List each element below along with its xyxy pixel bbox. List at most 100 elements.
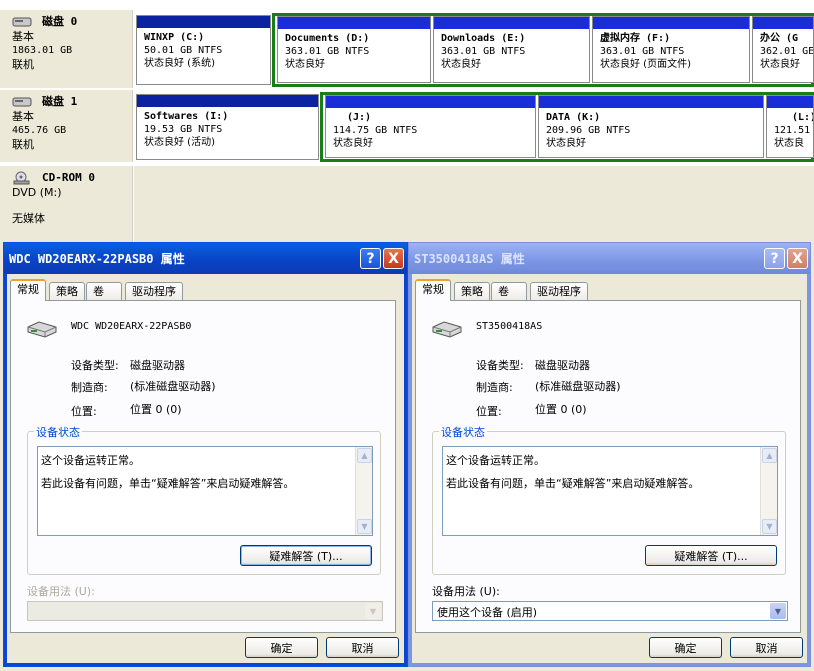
disk-status: 无媒体	[12, 212, 45, 225]
status-scrollbar[interactable]: ▲ ▼	[760, 447, 777, 535]
partition-g[interactable]: 办公 (G 362.01 GE 状态良好	[752, 16, 814, 83]
tab-volumes[interactable]: 卷	[86, 282, 122, 301]
partition-status: 状态良好	[285, 59, 325, 70]
partition-title: WINXP (C:)	[144, 32, 205, 43]
partition-l[interactable]: (L:) 121.51 状态良	[766, 95, 814, 158]
partition-status: 状态良好	[333, 138, 373, 149]
scroll-up-icon[interactable]: ▲	[762, 448, 777, 463]
tab-driver[interactable]: 驱动程序	[125, 282, 183, 301]
close-button[interactable]: X	[383, 248, 404, 269]
partition-meta: 363.01 GB NTFS	[600, 46, 685, 57]
disk-size: 1863.01 GB	[12, 45, 73, 56]
status-line: 这个设备运转正常。	[446, 454, 545, 467]
disk-type: DVD (M:)	[12, 186, 62, 199]
partition-title: (L:)	[792, 112, 813, 123]
partition-title: (J:)	[347, 112, 372, 123]
disk-size: 465.76 GB	[12, 125, 67, 136]
close-button[interactable]: X	[787, 248, 808, 269]
chevron-down-icon[interactable]: ▼	[365, 603, 381, 619]
partition-i[interactable]: Softwares (I:) 19.53 GB NTFS 状态良好 (活动)	[136, 94, 319, 160]
chevron-down-icon[interactable]: ▼	[770, 603, 786, 619]
disk-row-1[interactable]: 磁盘 1 基本 465.76 GB 联机 Softwares (I:) 19.53…	[0, 90, 814, 162]
cancel-button[interactable]: 取消	[730, 637, 803, 658]
disk-name: 磁盘 0	[42, 15, 78, 28]
disk-type: 基本	[12, 30, 34, 43]
partition-c[interactable]: WINXP (C:) 50.01 GB NTFS 状态良好 (系统)	[136, 15, 271, 85]
device-status-group: 设备状态 这个设备运转正常。 若此设备有问题，单击“疑难解答”来启动疑难解答。 …	[27, 424, 381, 575]
tab-volumes[interactable]: 卷	[491, 282, 527, 301]
troubleshoot-button[interactable]: 疑难解答 (T)...	[645, 545, 777, 566]
device-status-text[interactable]: 这个设备运转正常。 若此设备有问题，单击“疑难解答”来启动疑难解答。 ▲ ▼	[442, 446, 778, 536]
general-panel: WDC WD20EARX-22PASB0 设备类型: 磁盘驱动器 制造商: (标…	[10, 300, 396, 633]
tab-strip: 常规 策略 卷 驱动程序	[10, 279, 183, 301]
manufacturer-label: 制造商:	[71, 381, 108, 394]
status-line: 若此设备有问题，单击“疑难解答”来启动疑难解答。	[446, 477, 700, 490]
status-line: 若此设备有问题，单击“疑难解答”来启动疑难解答。	[41, 477, 295, 490]
scroll-up-icon[interactable]: ▲	[357, 448, 372, 463]
device-status-group: 设备状态 这个设备运转正常。 若此设备有问题，单击“疑难解答”来启动疑难解答。 …	[432, 424, 786, 575]
properties-dialog-st[interactable]: ST3500418AS 属性 ? X 常规 策略 卷 驱动程序 ST350041…	[408, 242, 811, 667]
partition-title: 办公 (G	[760, 33, 799, 44]
dialog-title-bar[interactable]: WDC WD20EARX-22PASB0 属性	[4, 243, 407, 274]
partition-k[interactable]: DATA (K:) 209.96 GB NTFS 状态良好	[538, 95, 764, 158]
device-usage-label: 设备用法 (U):	[432, 585, 500, 598]
disk-status: 联机	[12, 58, 34, 71]
dialog-title: WDC WD20EARX-22PASB0 属性	[9, 252, 185, 266]
disk-label-1[interactable]: 磁盘 1 基本 465.76 GB 联机	[0, 90, 133, 162]
ok-button[interactable]: 确定	[649, 637, 722, 658]
help-button[interactable]: ?	[764, 248, 785, 269]
hard-disk-icon	[12, 97, 32, 107]
tab-general[interactable]: 常规	[415, 279, 451, 301]
partition-status: 状态良好	[441, 59, 481, 70]
disk-row-cdrom[interactable]: CD-ROM 0 DVD (M:) 无媒体	[0, 166, 814, 244]
partition-meta: 114.75 GB NTFS	[333, 125, 418, 136]
device-name: WDC WD20EARX-22PASB0	[71, 321, 192, 332]
help-button[interactable]: ?	[360, 248, 381, 269]
partition-d[interactable]: Documents (D:) 363.01 GB NTFS 状态良好	[277, 16, 431, 83]
status-scrollbar[interactable]: ▲ ▼	[355, 447, 372, 535]
partition-e[interactable]: Downloads (E:) 363.01 GB NTFS 状态良好	[433, 16, 590, 83]
partition-f[interactable]: 虚拟内存 (F:) 363.01 GB NTFS 状态良好 (页面文件)	[592, 16, 750, 83]
tab-policy[interactable]: 策略	[454, 282, 490, 301]
partition-title: 虚拟内存 (F:)	[600, 33, 671, 44]
dialog-title-bar[interactable]: ST3500418AS 属性	[409, 243, 810, 274]
properties-dialog-wdc[interactable]: WDC WD20EARX-22PASB0 属性 ? X 常规 策略 卷 驱动程序…	[3, 242, 408, 667]
partition-j[interactable]: (J:) 114.75 GB NTFS 状态良好	[325, 95, 536, 158]
disk-status: 联机	[12, 138, 34, 151]
disk-type: 基本	[12, 110, 34, 123]
troubleshoot-button[interactable]: 疑难解答 (T)...	[240, 545, 372, 566]
disk-row-0[interactable]: 磁盘 0 基本 1863.01 GB 联机 WINXP (C:) 50.01 GB…	[0, 10, 814, 88]
general-panel: ST3500418AS 设备类型: 磁盘驱动器 制造商: (标准磁盘驱动器) 位…	[415, 300, 801, 633]
partition-title: Softwares (I:)	[144, 111, 229, 122]
ok-button[interactable]: 确定	[245, 637, 318, 658]
scroll-down-icon[interactable]: ▼	[762, 519, 777, 534]
partition-status: 状态良好 (活动)	[144, 137, 215, 148]
partition-status: 状态良好 (页面文件)	[600, 59, 691, 70]
tab-general[interactable]: 常规	[10, 279, 46, 301]
cdrom-label[interactable]: CD-ROM 0 DVD (M:) 无媒体	[0, 166, 133, 244]
status-line: 这个设备运转正常。	[41, 454, 140, 467]
disk-label-0[interactable]: 磁盘 0 基本 1863.01 GB 联机	[0, 10, 133, 88]
scroll-down-icon[interactable]: ▼	[357, 519, 372, 534]
dialog-title: ST3500418AS 属性	[414, 252, 525, 266]
device-type-value: 磁盘驱动器	[535, 359, 590, 372]
device-usage-select[interactable]: ▼	[27, 601, 383, 621]
partition-meta: 209.96 GB NTFS	[546, 125, 631, 136]
device-type-label: 设备类型:	[476, 359, 524, 372]
tab-driver[interactable]: 驱动程序	[530, 282, 588, 301]
disk-name: 磁盘 1	[42, 95, 78, 108]
location-value: 位置 0 (0)	[535, 403, 587, 416]
partition-status: 状态良好	[546, 138, 586, 149]
hard-disk-icon	[12, 17, 32, 27]
device-name: ST3500418AS	[476, 321, 543, 332]
device-usage-select[interactable]: 使用这个设备 (启用) ▼	[432, 601, 788, 621]
manufacturer-value: (标准磁盘驱动器)	[130, 380, 216, 393]
tab-policy[interactable]: 策略	[49, 282, 85, 301]
device-status-text[interactable]: 这个设备运转正常。 若此设备有问题，单击“疑难解答”来启动疑难解答。 ▲ ▼	[37, 446, 373, 536]
tab-strip: 常规 策略 卷 驱动程序	[415, 279, 588, 301]
partition-meta: 362.01 GE	[760, 46, 813, 57]
device-status-legend: 设备状态	[439, 424, 487, 440]
disk-name: CD-ROM 0	[42, 171, 95, 184]
location-label: 位置:	[476, 405, 502, 418]
cancel-button[interactable]: 取消	[326, 637, 399, 658]
